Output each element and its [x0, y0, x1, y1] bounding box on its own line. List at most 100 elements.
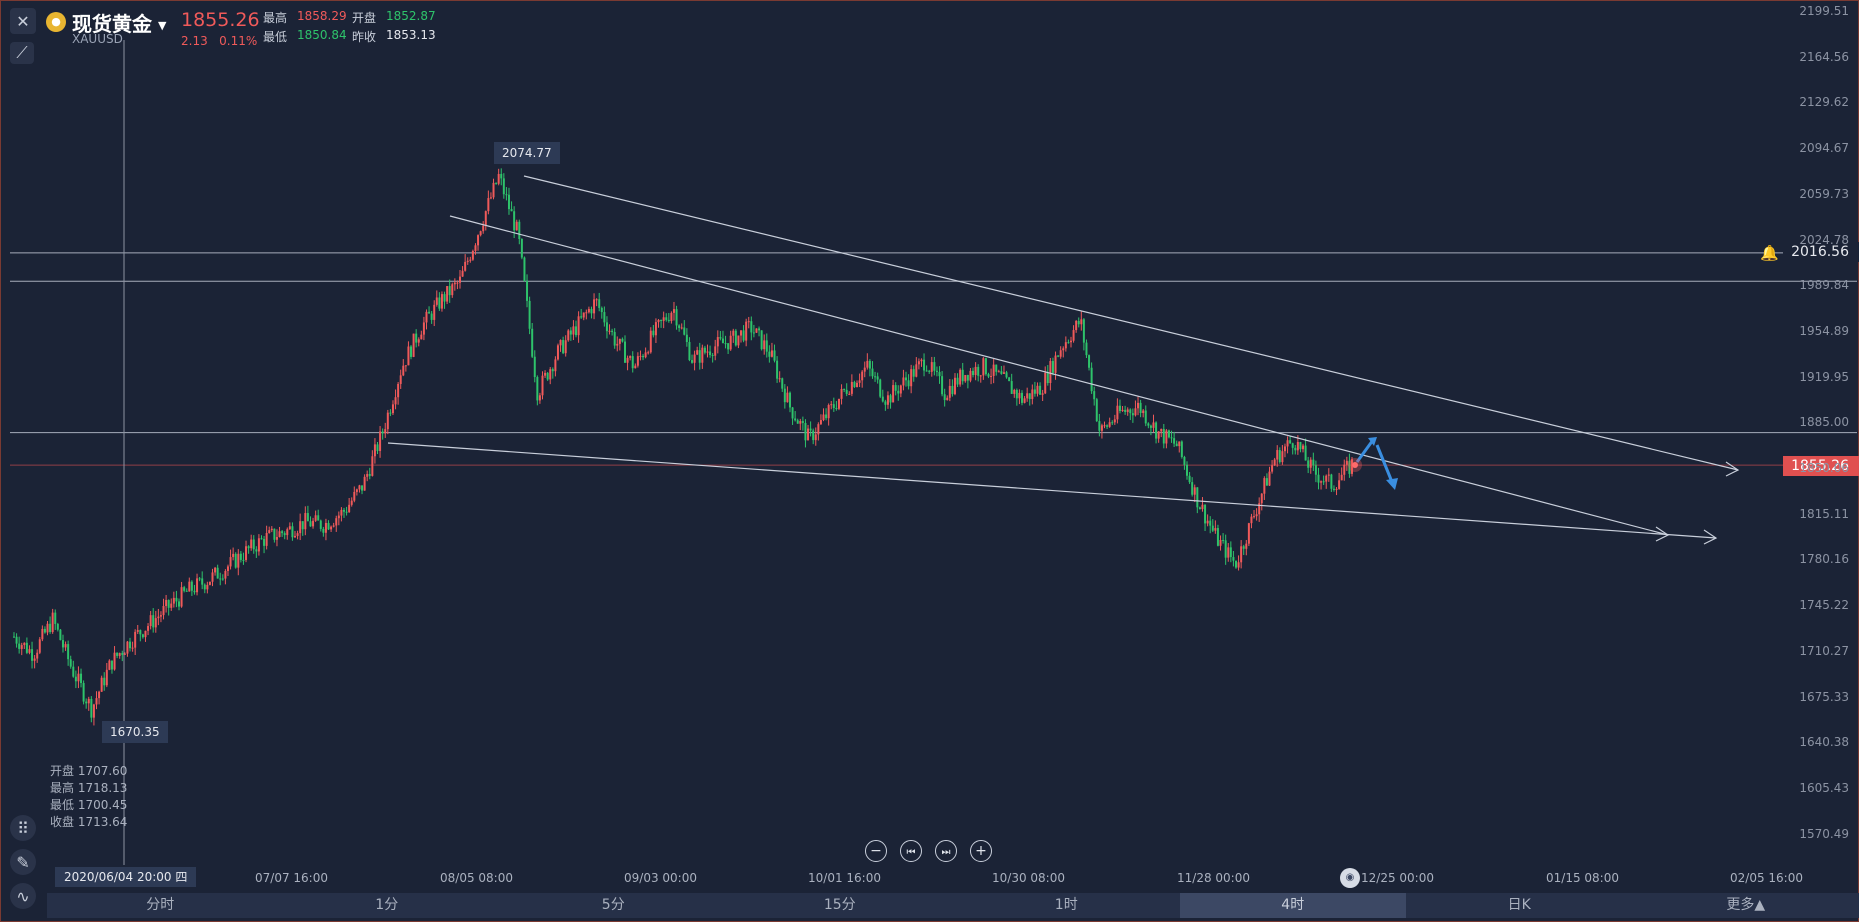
candle-body	[1188, 475, 1191, 483]
candle-body	[319, 520, 322, 529]
candle-body	[848, 393, 851, 395]
candle-body	[255, 549, 258, 552]
candle-body	[13, 636, 15, 638]
chart-type-button[interactable]: ∿	[10, 883, 36, 909]
candle-body	[853, 381, 856, 388]
candle-body	[1245, 543, 1248, 549]
period-tab[interactable]: 1分	[274, 893, 501, 918]
period-tab[interactable]: 更多▲	[1633, 893, 1859, 918]
candle-body	[1090, 367, 1093, 392]
candle-body	[420, 334, 423, 340]
indicator-button[interactable]: ⠿	[10, 815, 36, 841]
candle-body	[1064, 342, 1067, 349]
zoom-out-button[interactable]: −	[865, 840, 887, 862]
close-button[interactable]: ✕	[10, 8, 36, 34]
candle-body	[575, 326, 578, 336]
period-tab[interactable]: 日K	[1406, 893, 1633, 918]
candle-body	[136, 630, 139, 632]
candle-body	[422, 322, 425, 335]
y-tick-label: 1919.95	[1799, 369, 1849, 384]
candle-body	[327, 522, 330, 530]
jump-start-button[interactable]: ⏮	[900, 840, 922, 862]
candle-body	[219, 578, 222, 580]
candle-body	[1152, 422, 1155, 428]
draw-button[interactable]: ✎	[10, 849, 36, 875]
candle-body	[886, 395, 889, 405]
candle-body	[49, 623, 52, 632]
candle-body	[273, 528, 276, 540]
candle-body	[1255, 514, 1258, 517]
candle-body	[118, 653, 121, 656]
candle-body	[59, 629, 62, 641]
candle-body	[987, 374, 990, 377]
candle-body	[386, 412, 389, 430]
candle-body	[466, 260, 469, 262]
candle-body	[404, 365, 407, 367]
candle-body	[177, 601, 180, 607]
candle-body	[946, 397, 949, 401]
candle-body	[477, 235, 480, 246]
candle-body	[1124, 409, 1127, 412]
period-tab[interactable]: 5分	[500, 893, 727, 918]
candle-body	[1106, 425, 1109, 427]
price-chart[interactable]	[0, 0, 1859, 922]
candle-body	[1276, 450, 1279, 460]
y-tick-label: 2164.56	[1799, 49, 1849, 64]
period-tab[interactable]: 分时	[47, 893, 274, 918]
candle-body	[807, 428, 810, 441]
period-tab[interactable]: 1时	[953, 893, 1180, 918]
zoom-in-button[interactable]: +	[970, 840, 992, 862]
candle-body	[1214, 528, 1217, 531]
bell-icon[interactable]: 🔔	[1760, 244, 1779, 262]
period-tab[interactable]: 4时	[1179, 893, 1406, 918]
y-tick-label: 2129.62	[1799, 95, 1849, 110]
candle-body	[72, 666, 75, 677]
candle-body	[368, 474, 371, 476]
candle-body	[1317, 474, 1320, 483]
candle-body	[1201, 504, 1204, 510]
candle-body	[505, 194, 508, 196]
candle-body	[301, 521, 304, 530]
candle-body	[312, 520, 315, 527]
candle-body	[587, 308, 590, 313]
prev-close-value: 1853.13	[386, 28, 436, 42]
candle-body	[64, 644, 67, 648]
trendline-upper	[523, 175, 1739, 471]
candle-body	[1260, 493, 1263, 504]
jump-end-button[interactable]: ⏭	[935, 840, 957, 862]
candle-body	[639, 355, 642, 357]
candle-body	[1170, 437, 1173, 439]
candle-body	[451, 284, 454, 296]
candle-body	[843, 388, 846, 390]
candle-body	[90, 698, 93, 718]
candle-body	[662, 317, 665, 321]
candle-body	[528, 300, 531, 329]
y-tick-label: 1885.00	[1799, 415, 1849, 430]
candle-body	[801, 421, 804, 423]
forecast-arrow-up	[1355, 439, 1375, 463]
candle-body	[435, 297, 438, 305]
candle-body	[899, 385, 902, 394]
candle-body	[1057, 355, 1060, 357]
candle-body	[520, 238, 523, 258]
candle-body	[742, 330, 745, 341]
candle-body	[108, 660, 111, 670]
candle-body	[1216, 528, 1219, 546]
candle-body	[291, 526, 294, 538]
candle-body	[840, 388, 843, 399]
candle-body	[82, 682, 85, 702]
candle-body	[1031, 389, 1034, 400]
candle-body	[159, 615, 162, 617]
period-tab[interactable]: 15分	[727, 893, 954, 918]
candle-body	[1080, 319, 1083, 325]
x-tick-label: 09/03 00:00	[624, 871, 697, 885]
pen-slash-icon: ⟋	[16, 43, 28, 62]
candle-body	[1268, 471, 1271, 486]
candle-body	[487, 198, 490, 212]
candle-body	[912, 369, 915, 377]
candle-body	[907, 380, 910, 387]
candle-body	[1219, 539, 1222, 546]
chat-bubble-icon[interactable]: ◉	[1340, 868, 1360, 888]
candle-body	[685, 334, 688, 342]
draw-tool-button[interactable]: ⟋	[10, 42, 34, 64]
